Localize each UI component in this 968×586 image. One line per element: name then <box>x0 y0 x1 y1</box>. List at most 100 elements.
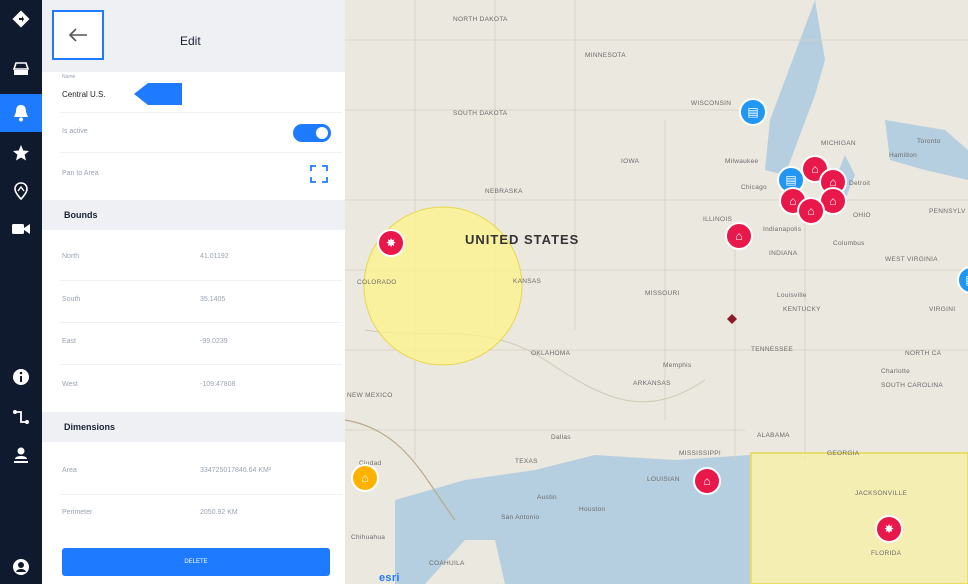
active-label: Is active <box>62 128 88 135</box>
divider <box>60 112 342 113</box>
divider <box>60 322 342 323</box>
map-label: GEORGIA <box>827 450 860 457</box>
east-value: -99.0239 <box>200 338 228 345</box>
map-label: COAHUILA <box>429 560 465 567</box>
map-label: MISSOURI <box>645 290 680 297</box>
west-label: West <box>62 381 78 388</box>
divider <box>60 280 342 281</box>
route-icon[interactable] <box>0 398 42 436</box>
map-label: KANSAS <box>513 278 542 285</box>
south-value: 35.1405 <box>200 296 226 303</box>
south-label: South <box>62 296 81 303</box>
map-label: Houston <box>579 506 606 513</box>
map-label: JACKSONVILLE <box>855 490 908 497</box>
alert-marker[interactable]: ⌂ <box>725 222 753 250</box>
map-label: Chihuahua <box>351 534 386 541</box>
location-pin-icon[interactable] <box>0 172 42 210</box>
user-location-icon[interactable] <box>0 436 42 474</box>
edit-panel: Edit Name Central U.S. Is active Pan to … <box>42 0 345 584</box>
pan-to-area-label: Pan to Area <box>62 170 99 177</box>
map-label: IOWA <box>621 158 640 165</box>
alerts-icon[interactable] <box>0 94 42 132</box>
bounds-title: Bounds <box>64 210 98 220</box>
map-label: Louisville <box>777 292 807 299</box>
divider <box>60 364 342 365</box>
warning-marker[interactable]: ⌂ <box>351 464 379 492</box>
map-label: KENTUCKY <box>783 306 821 313</box>
map-label: SOUTH CAROLINA <box>881 382 943 389</box>
map-label: TENNESSEE <box>751 346 794 353</box>
area-label: Area <box>62 467 77 474</box>
map-label: WISCONSIN <box>691 100 732 107</box>
map-label: MICHIGAN <box>821 140 856 147</box>
map-label: Indianapolis <box>763 226 802 233</box>
directions-icon[interactable] <box>0 0 42 38</box>
divider <box>60 152 342 153</box>
layers-icon[interactable] <box>0 50 42 88</box>
map-label: ARKANSAS <box>633 380 671 387</box>
map-label: NORTH CA <box>905 350 942 357</box>
map-label: NEBRASKA <box>485 188 523 195</box>
map-label: COLORADO <box>357 279 397 286</box>
esri-logo: esri <box>379 572 400 584</box>
map-label: LOUISIAN <box>647 476 680 483</box>
map-label: VIRGINI <box>929 306 956 313</box>
perimeter-value: 2050.92 KM <box>200 509 238 516</box>
map-label: Milwaukee <box>725 158 759 165</box>
map-label: OHIO <box>853 212 871 219</box>
map-label: Charlotte <box>881 368 911 375</box>
name-field[interactable]: Central U.S. <box>62 90 106 99</box>
map-label: WEST VIRGINIA <box>885 256 938 263</box>
name-caption: Name <box>62 74 76 80</box>
alert-marker[interactable]: ⌂ <box>693 467 721 495</box>
map-label: PENNSYLV <box>929 208 966 215</box>
account-icon[interactable] <box>0 548 42 586</box>
fullscreen-icon[interactable] <box>310 165 328 183</box>
divider <box>60 494 342 495</box>
active-toggle[interactable] <box>293 124 331 142</box>
east-label: East <box>62 338 77 345</box>
delete-button[interactable]: DELETE <box>62 548 330 576</box>
map-label: ILLINOIS <box>703 216 733 223</box>
map-label: INDIANA <box>769 250 798 257</box>
edit-pointer-icon <box>134 83 182 105</box>
map-label: Columbus <box>833 240 865 247</box>
map-label: MINNESOTA <box>585 52 626 59</box>
arrow-left-icon <box>68 28 87 42</box>
map-label: Hamilton <box>889 152 918 159</box>
map-label: ALABAMA <box>757 432 790 439</box>
alert-marker[interactable]: ⌂ <box>797 197 825 225</box>
dimensions-title: Dimensions <box>64 422 116 432</box>
map-label: Toronto <box>917 138 941 145</box>
panel-header: Edit <box>42 0 345 72</box>
map-label: OKLAHOMA <box>531 350 571 357</box>
north-label: North <box>62 253 80 260</box>
map-label: Austin <box>537 494 557 501</box>
camera-marker[interactable]: ▤ <box>739 98 767 126</box>
info-icon[interactable] <box>0 358 42 396</box>
bounds-section-header: Bounds <box>42 200 345 230</box>
back-button[interactable] <box>52 10 104 60</box>
map-view[interactable]: NORTH DAKOTA MINNESOTA SOUTH DAKOTA WISC… <box>345 0 968 584</box>
map-label: San Antonio <box>501 514 540 521</box>
north-value: 41.01192 <box>200 253 229 260</box>
map-label: NEW MEXICO <box>347 392 393 399</box>
alert-marker[interactable]: ✸ <box>875 515 903 543</box>
page-title: Edit <box>180 34 201 48</box>
location-dot-icon <box>727 314 737 324</box>
map-label: MISSISSIPPI <box>679 450 721 457</box>
alert-marker[interactable]: ✸ <box>377 229 405 257</box>
map-label: FLORIDA <box>871 550 902 557</box>
star-icon[interactable] <box>0 134 42 172</box>
map-label: Chicago <box>741 184 767 191</box>
area-value: 334725017846.64 KM² <box>200 467 272 474</box>
map-label: NORTH DAKOTA <box>453 16 508 23</box>
map-label: Dallas <box>551 434 571 441</box>
video-camera-icon[interactable] <box>0 210 42 248</box>
perimeter-label: Perimeter <box>62 509 93 516</box>
map-label: SOUTH DAKOTA <box>453 110 508 117</box>
map-label: Detroit <box>849 180 871 187</box>
dimensions-section-header: Dimensions <box>42 412 345 442</box>
map-label: TEXAS <box>515 458 538 465</box>
country-label: UNITED STATES <box>465 232 580 247</box>
